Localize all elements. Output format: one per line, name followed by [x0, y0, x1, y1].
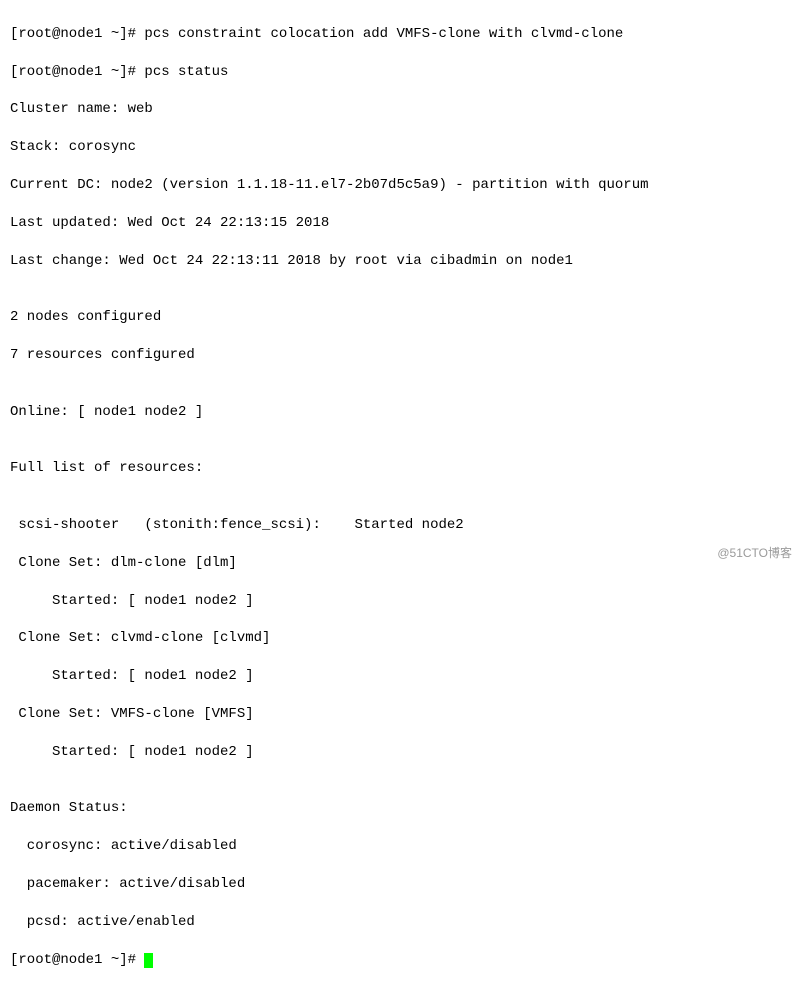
- terminal-line: 2 nodes configured: [10, 308, 790, 327]
- terminal-line: Clone Set: dlm-clone [dlm]: [10, 554, 790, 573]
- terminal-line: Started: [ node1 node2 ]: [10, 592, 790, 611]
- terminal-line: scsi-shooter (stonith:fence_scsi): Start…: [10, 516, 790, 535]
- terminal-line: corosync: active/disabled: [10, 837, 790, 856]
- terminal-line: Online: [ node1 node2 ]: [10, 403, 790, 422]
- terminal-line: Current DC: node2 (version 1.1.18-11.el7…: [10, 176, 790, 195]
- terminal-line: Clone Set: VMFS-clone [VMFS]: [10, 705, 790, 724]
- terminal-line: Last change: Wed Oct 24 22:13:11 2018 by…: [10, 252, 790, 271]
- terminal-line: Last updated: Wed Oct 24 22:13:15 2018: [10, 214, 790, 233]
- terminal-line: Full list of resources:: [10, 459, 790, 478]
- terminal-prompt-line[interactable]: [root@node1 ~]#: [10, 951, 790, 970]
- terminal-line: Started: [ node1 node2 ]: [10, 667, 790, 686]
- terminal-line: [root@node1 ~]# pcs constraint colocatio…: [10, 25, 790, 44]
- terminal-line: Started: [ node1 node2 ]: [10, 743, 790, 762]
- terminal-line: pacemaker: active/disabled: [10, 875, 790, 894]
- terminal-line: Daemon Status:: [10, 799, 790, 818]
- terminal-line: Clone Set: clvmd-clone [clvmd]: [10, 629, 790, 648]
- terminal-output[interactable]: [root@node1 ~]# pcs constraint colocatio…: [10, 6, 790, 988]
- terminal-line: pcsd: active/enabled: [10, 913, 790, 932]
- terminal-line: 7 resources configured: [10, 346, 790, 365]
- terminal-line: Cluster name: web: [10, 100, 790, 119]
- terminal-prompt: [root@node1 ~]#: [10, 952, 144, 968]
- terminal-cursor: [144, 953, 153, 968]
- terminal-line: Stack: corosync: [10, 138, 790, 157]
- watermark-text: @51CTO博客: [717, 545, 792, 561]
- terminal-line: [root@node1 ~]# pcs status: [10, 63, 790, 82]
